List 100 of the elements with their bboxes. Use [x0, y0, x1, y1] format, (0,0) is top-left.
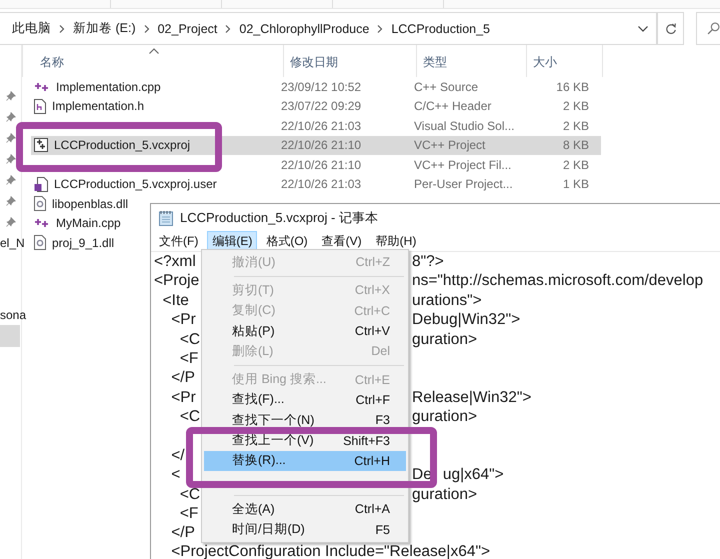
address-bar[interactable]: 此电脑 新加卷 (E:) 02_Project 02_ChlorophyllProduce LCCProduction_5 [0, 12, 657, 45]
file-type: Visual Studio Sol... [414, 118, 515, 133]
chevron-icon [225, 24, 232, 32]
breadcrumb-item[interactable]: 02_Project [158, 22, 218, 36]
file-name: LCCProduction_5.vcxproj.user [54, 177, 217, 192]
pin-icon[interactable] [6, 112, 16, 122]
file-size: 2 KB [562, 118, 589, 133]
nav-item[interactable]: el_N [0, 233, 25, 253]
file-name: Implementation.cpp [56, 80, 161, 94]
option-label: 查找下一个(N) [232, 412, 314, 429]
file-size: 16 KB [556, 80, 589, 94]
file-date: 22/10/26 21:03 [281, 118, 362, 133]
column-header[interactable]: 大小 [527, 45, 603, 77]
file-row[interactable]: 22/10/26 21:10 VC++ Project Fil... 2 KB [31, 155, 601, 174]
file-size: 2 KB [562, 158, 589, 172]
shortcut-text: F3 [375, 413, 390, 428]
file-date: 23/09/12 10:52 [281, 80, 362, 94]
menu-item[interactable]: 查看(V) [316, 231, 367, 251]
code-text: Debug|Win32"> [412, 310, 520, 330]
window-title: LCCProduction_5.vcxproj - 记事本 [180, 208, 378, 226]
option-label: 删除(L) [232, 342, 274, 360]
file-date: 22/10/26 21:03 [281, 177, 362, 192]
code-text: <ProjectConfiguration Include="Release|x64"> [170, 542, 490, 559]
shortcut-text: Ctrl+E [354, 372, 390, 387]
pin-icon[interactable] [6, 196, 16, 206]
code-text: Release|Win32"> [412, 388, 532, 408]
breadcrumb-item[interactable]: LCCProduction_5 [391, 22, 490, 36]
code-text: <Pr [170, 388, 196, 406]
file-date: 22/10/26 21:10 [281, 138, 362, 152]
shortcut-text: Ctrl+Z [356, 255, 390, 270]
code-text: <Pr [170, 311, 196, 328]
column-header[interactable]: 名称 [22, 45, 284, 77]
option-label: 撤消(U) [232, 254, 276, 271]
menu-option[interactable]: 替换(R)... Ctrl+H [204, 450, 406, 471]
file-type: Per-User Project... [414, 177, 513, 192]
code-text: < [170, 466, 180, 484]
file-name: Implementation.h [52, 99, 144, 114]
code-text: guration> [412, 484, 478, 504]
file-row[interactable]: libopenblas.dll [31, 194, 141, 214]
file-type: C/C++ Header [414, 99, 492, 114]
breadcrumb-item[interactable]: 02_ChlorophyllProduce [239, 22, 370, 36]
menu-item[interactable]: 文件(F) [154, 231, 204, 251]
pin-icon[interactable] [6, 133, 16, 143]
file-size: 2 KB [562, 99, 589, 114]
code-text: <?xml [154, 253, 196, 270]
column-header[interactable]: 类型 [417, 45, 527, 77]
menu-option[interactable]: 全选(A) Ctrl+A [204, 499, 406, 520]
option-label: 查找上一个(V) [232, 432, 314, 450]
menu-item[interactable]: 编辑(E) [207, 231, 258, 251]
menu-option[interactable]: 查找下一个(N) F3 [204, 410, 406, 430]
file-name: proj_9_1.dll [52, 236, 114, 250]
file-row[interactable]: LCCProduction_5.vcxproj 22/10/26 21:10 VC++ Project 8 KB [31, 136, 601, 155]
file-row[interactable]: Implementation.h 23/07/22 09:29 C/C++ Header 2 KB [31, 96, 601, 116]
menu-option[interactable]: 查找(F)... Ctrl+F [204, 390, 406, 410]
file-name: MyMain.cpp [56, 216, 121, 230]
file-icon [34, 98, 46, 114]
code-text: </P [170, 524, 195, 542]
file-size: 1 KB [562, 177, 589, 192]
code-text: <C [178, 486, 200, 503]
menu-option[interactable]: 时间/日期(D) F5 [204, 520, 406, 540]
option-label: 全选(A) [232, 500, 275, 518]
search-field[interactable] [696, 12, 720, 45]
menu-option[interactable]: 查找上一个(V) Shift+F3 [204, 430, 406, 451]
code-text: 8"?> [412, 252, 444, 272]
file-row[interactable]: proj_9_1.dll [31, 233, 141, 252]
option-label: 复制(C) [232, 302, 276, 320]
menu-item[interactable]: 帮助(H) [370, 231, 422, 251]
file-type: VC++ Project [414, 138, 486, 152]
shortcut-text: F5 [375, 522, 390, 537]
gear-file-icon [34, 235, 46, 250]
pin-icon[interactable] [6, 91, 16, 101]
column-header[interactable]: 修改日期 [284, 45, 417, 77]
file-row[interactable]: 22/10/26 21:03 Visual Studio Sol... 2 KB [31, 116, 601, 136]
file-row[interactable]: Implementation.cpp 23/09/12 10:52 C++ Source 16 KB [31, 77, 601, 96]
shortcut-text: Shift+F3 [343, 434, 390, 448]
file-row[interactable]: LCCProduction_5.vcxproj.user 22/10/26 21:03 Per-User Project... 1 KB [31, 174, 601, 194]
code-text: ug|x64"> [442, 465, 504, 485]
pin-icon[interactable] [6, 217, 16, 227]
notepad-icon [159, 210, 173, 226]
code-text: </P [170, 369, 195, 386]
chevron-icon [144, 24, 150, 32]
nav-item[interactable]: sona [0, 305, 26, 325]
menu-item[interactable]: 格式(O) [261, 231, 313, 251]
code-text: <Proje [154, 272, 200, 290]
project-file-icon [34, 138, 48, 152]
option-label: 剪切(T) [232, 282, 274, 299]
file-name: libopenblas.dll [52, 196, 128, 211]
menu-option[interactable]: 粘贴(P) Ctrl+V [204, 320, 406, 342]
refresh-button[interactable] [657, 12, 684, 45]
file-date: 22/10/26 21:10 [281, 158, 362, 172]
refresh-icon [664, 22, 676, 34]
pin-icon[interactable] [6, 154, 16, 164]
chevron-icon [59, 24, 65, 32]
dropdown-icon[interactable] [638, 26, 648, 32]
pin-icon[interactable] [6, 175, 16, 185]
breadcrumb-item[interactable]: 此电脑 [12, 20, 51, 37]
option-label: 替换(R)... [232, 452, 286, 470]
code-text: guration> [412, 330, 478, 349]
file-row[interactable]: MyMain.cpp [31, 214, 141, 233]
breadcrumb-item[interactable]: 新加卷 (E:) [73, 20, 136, 37]
